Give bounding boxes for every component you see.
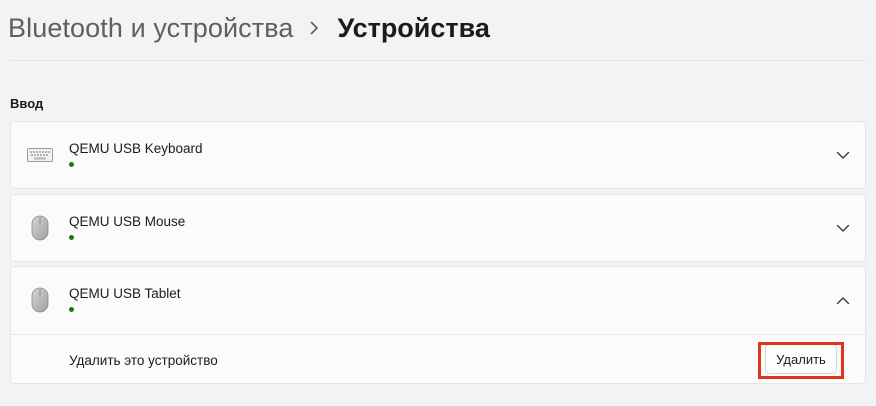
device-name: QEMU USB Tablet — [69, 286, 181, 301]
breadcrumb-parent-link[interactable]: Bluetooth и устройства — [8, 13, 293, 44]
breadcrumb: Bluetooth и устройства Устройства — [8, 8, 490, 48]
status-dot — [69, 307, 74, 312]
device-row-tablet[interactable]: QEMU USB Tablet — [11, 267, 865, 333]
device-row-keyboard[interactable]: QEMU USB Keyboard — [11, 122, 865, 188]
device-name: QEMU USB Keyboard — [69, 141, 203, 156]
remove-device-button[interactable]: Удалить — [765, 344, 837, 374]
device-name: QEMU USB Mouse — [69, 214, 186, 229]
section-title-input: Ввод — [10, 96, 44, 111]
chevron-up-icon[interactable] — [835, 293, 851, 307]
remove-device-label: Удалить это устройство — [69, 353, 218, 368]
page-title: Устройства — [337, 12, 490, 43]
chevron-down-icon[interactable] — [835, 221, 851, 235]
device-card-keyboard: QEMU USB Keyboard — [10, 121, 866, 189]
mouse-icon — [25, 285, 55, 315]
device-expanded-panel: Удалить это устройство Удалить — [11, 334, 865, 383]
device-card-tablet: QEMU USB Tablet Удалить это устройство У… — [10, 266, 866, 384]
keyboard-icon — [25, 140, 55, 170]
chevron-down-icon[interactable] — [835, 148, 851, 162]
device-card-mouse: QEMU USB Mouse — [10, 194, 866, 262]
status-dot — [69, 235, 74, 240]
device-row-mouse[interactable]: QEMU USB Mouse — [11, 195, 865, 261]
mouse-icon — [25, 213, 55, 243]
chevron-right-icon — [301, 8, 327, 48]
header-divider — [10, 60, 866, 61]
status-dot — [69, 162, 74, 167]
